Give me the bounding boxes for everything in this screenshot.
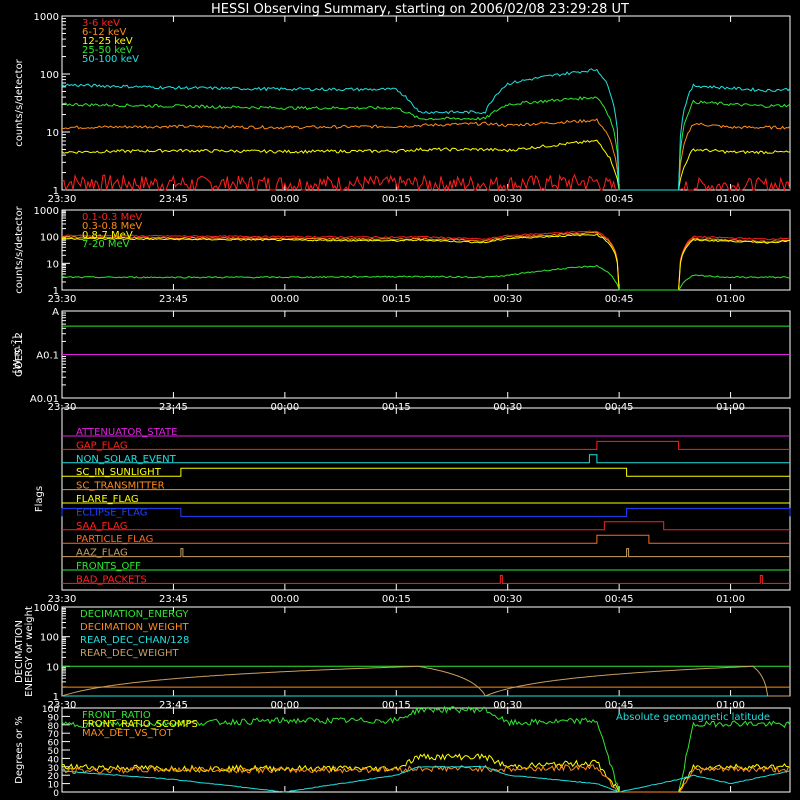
high-energy-rates-xtick-label-6: 01:00 [716, 294, 745, 305]
count-rates-xtick-label-6: 01:00 [716, 194, 745, 205]
goes-yunit-sup: -2 [10, 340, 18, 347]
count-rates-legend-4: 50-100 keV [82, 54, 139, 65]
count-rates-xtick-label-5: 00:45 [605, 194, 634, 205]
ratios-annotation: Absolute geomagnetic latitude [616, 712, 770, 723]
flags-xtick-label-3: 00:15 [382, 594, 411, 605]
count-rates-ytick-label-3: 1000 [34, 12, 59, 23]
count-rates-ylabel: counts/s/detector [14, 58, 25, 146]
count-rates-xtick-label-3: 00:15 [382, 194, 411, 205]
flags-ylabel: Flags [34, 486, 45, 512]
high-energy-rates-xtick-label-3: 00:15 [382, 294, 411, 305]
ratios-ylabel: Degrees or % [14, 716, 25, 784]
decimation-legend-3: REAR_DEC_WEIGHT [80, 648, 179, 659]
goes-yunit-tail: ] [12, 336, 23, 340]
flags-xtick-label-5: 00:45 [605, 594, 634, 605]
flags-xtick-label-4: 00:30 [493, 594, 522, 605]
ratios-series-1 [61, 753, 791, 793]
count-rates-series-4 [61, 68, 791, 191]
flag-line-7 [62, 521, 790, 531]
goes-ytick-label-1: A0.1 [36, 351, 59, 362]
flags-xtick-label-2: 00:00 [270, 594, 299, 605]
high-energy-rates-frame [61, 209, 791, 291]
decimation-legend-2: REAR_DEC_CHAN/128 [80, 635, 189, 646]
count-rates-ytick-label-2: 100 [40, 70, 59, 81]
high-energy-rates-xtick-label-1: 23:45 [159, 294, 188, 305]
decimation-series-3 [61, 665, 790, 697]
flag-line-8 [62, 534, 790, 544]
decimation-legend-1: DECIMATION_WEIGHT [80, 622, 189, 633]
flags-xtick-label-6: 01:00 [716, 594, 745, 605]
high-energy-rates-legend-3: 7-20 MeV [82, 239, 130, 250]
high-energy-rates-series-line-2 [61, 233, 791, 291]
decimation-ytick-label-2: 100 [40, 633, 59, 644]
flag-line-11 [62, 574, 790, 584]
decimation-series-line-3 [61, 665, 790, 697]
flag-line-6 [61, 507, 791, 517]
ratios-ytick-label-10: 100 [42, 705, 59, 715]
ratios-legend-2: MAX_DET_VS_TOT [82, 728, 174, 739]
decimation-ytick-label-1: 10 [46, 662, 59, 673]
high-energy-rates-series-3 [61, 264, 791, 291]
figure-title: HESSI Observing Summary, starting on 200… [211, 2, 629, 17]
flag-line-9 [62, 548, 790, 558]
count-rates-xtick-label-2: 00:00 [270, 194, 299, 205]
high-energy-rates-xtick-label-5: 00:45 [605, 294, 634, 305]
high-energy-rates-series-line-3 [61, 264, 791, 291]
decimation-ytick-label-3: 1000 [34, 603, 59, 614]
flags-xtick-label-1: 23:45 [159, 594, 188, 605]
goes-ytick-label-0: A0.01 [30, 394, 59, 405]
flag-line-1 [62, 440, 790, 450]
high-energy-rates-xtick-label-4: 00:30 [493, 294, 522, 305]
count-rates-xtick-label-4: 00:30 [493, 194, 522, 205]
high-energy-rates-series-2 [61, 233, 791, 291]
count-rates-ytick-label-1: 10 [46, 128, 59, 139]
count-rates-xtick-label-1: 23:45 [159, 194, 188, 205]
high-energy-rates-ytick-label-1: 10 [46, 259, 59, 270]
hessi-summary-figure: HESSI Observing Summary, starting on 200… [0, 0, 800, 800]
high-energy-rates-ylabel: counts/s/detector [14, 205, 25, 293]
high-energy-rates-ytick-label-0: 1 [53, 286, 59, 297]
flag-label-6: ECLIPSE_FLAG [76, 507, 147, 518]
ratios-series-line-1 [61, 753, 791, 793]
flag-line-3 [62, 467, 790, 477]
goes-ytick-label-2: A [52, 307, 59, 318]
high-energy-rates-xtick-label-2: 00:00 [270, 294, 299, 305]
decimation-ylabel2: ENERGY or weight [24, 606, 35, 697]
panels: 23:30 23:45 00:00 00:15 00:30 00:45 01:0011010… [10, 12, 791, 799]
high-energy-rates-ytick-label-2: 100 [40, 233, 59, 244]
count-rates-series-line-4 [61, 68, 791, 191]
decimation-legend-0: DECIMATION_ENERGY [80, 609, 189, 620]
high-energy-rates-ytick-label-3: 1000 [34, 206, 59, 217]
count-rates-ytick-label-0: 1 [53, 186, 59, 197]
decimation-ytick-label-0: 1 [53, 692, 59, 703]
